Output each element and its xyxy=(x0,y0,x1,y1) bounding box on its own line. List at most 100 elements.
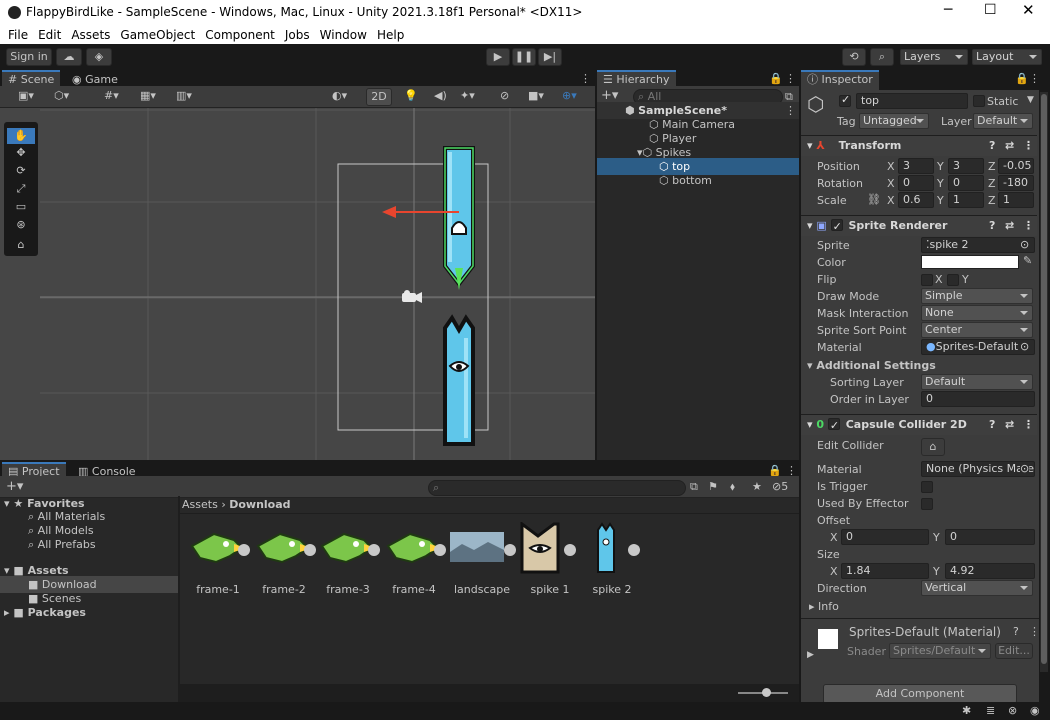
search-by-type-icon[interactable]: ⧉ xyxy=(690,480,698,494)
favorite-item[interactable]: ⌕ All Prefabs xyxy=(28,536,96,553)
enabled-checkbox[interactable] xyxy=(830,217,843,237)
network-icon[interactable]: ⊗ xyxy=(1008,704,1017,717)
transform-tool-icon[interactable]: ⊛ xyxy=(7,218,35,234)
object-picker-icon[interactable]: ⊙ xyxy=(1020,462,1030,476)
more-icon[interactable]: ⋮ xyxy=(785,102,796,119)
project-search-input[interactable]: ⌕ xyxy=(428,480,686,496)
position-y[interactable]: 3 xyxy=(948,158,984,174)
collab-icon[interactable]: ◈ xyxy=(86,48,112,66)
menu-edit[interactable]: Edit xyxy=(33,26,66,44)
more-icon[interactable]: ⋮ xyxy=(1029,625,1039,638)
direction-dropdown[interactable]: Vertical xyxy=(921,580,1033,596)
step-button[interactable]: ▶| xyxy=(538,48,562,66)
sort-point-dropdown[interactable]: Center xyxy=(921,322,1033,338)
is-trigger-checkbox[interactable] xyxy=(921,481,933,493)
increment-snap-icon[interactable]: ▥▾ xyxy=(176,89,192,102)
asset-item[interactable]: landscape xyxy=(448,522,516,596)
asset-item[interactable]: spike 2 xyxy=(584,522,640,596)
scrollbar-thumb[interactable] xyxy=(1041,94,1047,664)
label-icon[interactable]: ⬧ xyxy=(730,480,735,494)
scale-x[interactable]: 0.6 xyxy=(898,192,934,208)
more-icon[interactable]: ⋮ xyxy=(1023,415,1034,435)
breadcrumb-root[interactable]: Assets xyxy=(182,498,218,511)
help-icon[interactable]: ? xyxy=(1013,625,1019,638)
object-picker-icon[interactable]: ⊙ xyxy=(1020,238,1029,252)
folder-download[interactable]: ■ Download xyxy=(0,576,178,593)
menu-window[interactable]: Window xyxy=(315,26,372,44)
star-icon[interactable]: ★ xyxy=(752,480,762,493)
menu-component[interactable]: Component xyxy=(200,26,280,44)
packages-folder[interactable]: ▸ ■ Packages xyxy=(4,604,86,621)
scene-view-icon[interactable]: ◐▾ xyxy=(332,89,347,102)
more-icon[interactable]: ⋮ xyxy=(1029,72,1039,85)
rotate-tool-icon[interactable]: ⟳ xyxy=(7,164,35,180)
eyedropper-icon[interactable]: ✎ xyxy=(1023,254,1032,267)
chevron-right-icon[interactable]: ▶ xyxy=(807,650,814,660)
sprite-renderer-header[interactable]: ▾ ▣ Sprite Renderer ? ⇄ ⋮ xyxy=(801,215,1037,237)
enabled-checkbox[interactable] xyxy=(827,416,840,436)
additional-settings-foldout[interactable]: ▾ Additional Settings xyxy=(807,359,936,372)
scale-y[interactable]: 1 xyxy=(948,192,984,208)
link-icon[interactable]: ⛓ xyxy=(867,193,881,206)
tab-inspector[interactable]: ⓘ Inspector xyxy=(801,70,879,90)
lock-icon[interactable]: 🔒 xyxy=(1015,72,1029,85)
position-x[interactable]: 3 xyxy=(898,158,934,174)
draw-mode-dropdown[interactable]: Simple xyxy=(921,288,1033,304)
material-field[interactable]: ●Sprites-Default ⊙ xyxy=(921,339,1035,355)
menu-gameobject[interactable]: GameObject xyxy=(115,26,200,44)
maximize-button[interactable]: ☐ xyxy=(984,2,1004,18)
layout-dropdown[interactable]: Layout xyxy=(972,49,1042,65)
menu-file[interactable]: File xyxy=(3,26,33,44)
menu-jobs[interactable]: Jobs xyxy=(280,26,315,44)
help-icon[interactable]: ? xyxy=(989,415,995,435)
menu-help[interactable]: Help xyxy=(372,26,409,44)
bug-icon[interactable]: ✱ xyxy=(962,704,971,717)
audio-icon[interactable]: ◀) xyxy=(434,89,447,102)
lock-icon[interactable]: 🔒 xyxy=(769,72,783,85)
layers-dropdown[interactable]: Layers xyxy=(900,49,968,65)
edit-collider-button[interactable]: ⌂ xyxy=(921,438,945,456)
shader-edit-button[interactable]: Edit... xyxy=(995,643,1033,659)
close-button[interactable]: ✕ xyxy=(1022,1,1042,19)
asset-item[interactable]: spike 1 xyxy=(518,521,582,596)
layer-dropdown[interactable]: Default xyxy=(973,113,1033,129)
lighting-icon[interactable]: 💡 xyxy=(404,89,418,102)
gizmos-icon[interactable]: ⊕▾ xyxy=(562,89,577,102)
preset-icon[interactable]: ⇄ xyxy=(1005,415,1014,435)
cloud-icon[interactable]: ☁ xyxy=(56,48,82,66)
progress-icon[interactable]: ◉ xyxy=(1030,704,1040,717)
size-y[interactable]: 4.92 xyxy=(945,563,1035,579)
rotation-x[interactable]: 0 xyxy=(898,175,934,191)
flip-x-checkbox[interactable] xyxy=(921,274,933,286)
object-picker-icon[interactable]: ⊙ xyxy=(1020,340,1029,354)
hierarchy-item-bottom[interactable]: ⬡ bottom xyxy=(659,172,712,189)
sprite-field[interactable]: ⁚spike 2 ⊙ xyxy=(921,237,1035,253)
custom-tool-icon[interactable]: ⌂ xyxy=(7,238,35,254)
static-checkbox[interactable] xyxy=(973,95,985,107)
2d-toggle[interactable]: 2D xyxy=(366,88,392,106)
add-icon[interactable]: +▾ xyxy=(601,88,618,103)
more-icon[interactable]: ⋮ xyxy=(580,72,591,85)
more-icon[interactable]: ⋮ xyxy=(1023,216,1034,236)
visibility-icon[interactable]: ⊘ xyxy=(500,89,509,102)
grid-snap-icon[interactable]: #▾ xyxy=(104,89,119,102)
asset-item[interactable]: frame-1 xyxy=(186,522,250,596)
asset-item[interactable]: frame-3 xyxy=(316,522,380,596)
scale-tool-icon[interactable]: ⤢ xyxy=(7,182,35,198)
move-tool-icon[interactable]: ✥ xyxy=(7,146,35,162)
transform-header[interactable]: ▾ ⅄ Transform ? ⇄ ⋮ xyxy=(801,135,1037,156)
offset-x[interactable]: 0 xyxy=(841,529,929,545)
menu-assets[interactable]: Assets xyxy=(66,26,115,44)
info-foldout[interactable]: ▸ Info xyxy=(809,600,839,613)
hand-tool-icon[interactable]: ✋ xyxy=(7,128,35,144)
chevron-down-icon[interactable]: ▼ xyxy=(1027,95,1034,105)
scene-viewport[interactable] xyxy=(40,108,595,460)
play-button[interactable]: ▶ xyxy=(486,48,510,66)
add-icon[interactable]: +▾ xyxy=(6,479,23,494)
preset-icon[interactable]: ⇄ xyxy=(1005,136,1014,156)
sorting-layer-dropdown[interactable]: Default xyxy=(921,374,1033,390)
flip-y-checkbox[interactable] xyxy=(947,274,959,286)
cache-icon[interactable]: ≣ xyxy=(986,704,995,717)
rotation-y[interactable]: 0 xyxy=(948,175,984,191)
pause-button[interactable]: ❚❚ xyxy=(512,48,536,66)
